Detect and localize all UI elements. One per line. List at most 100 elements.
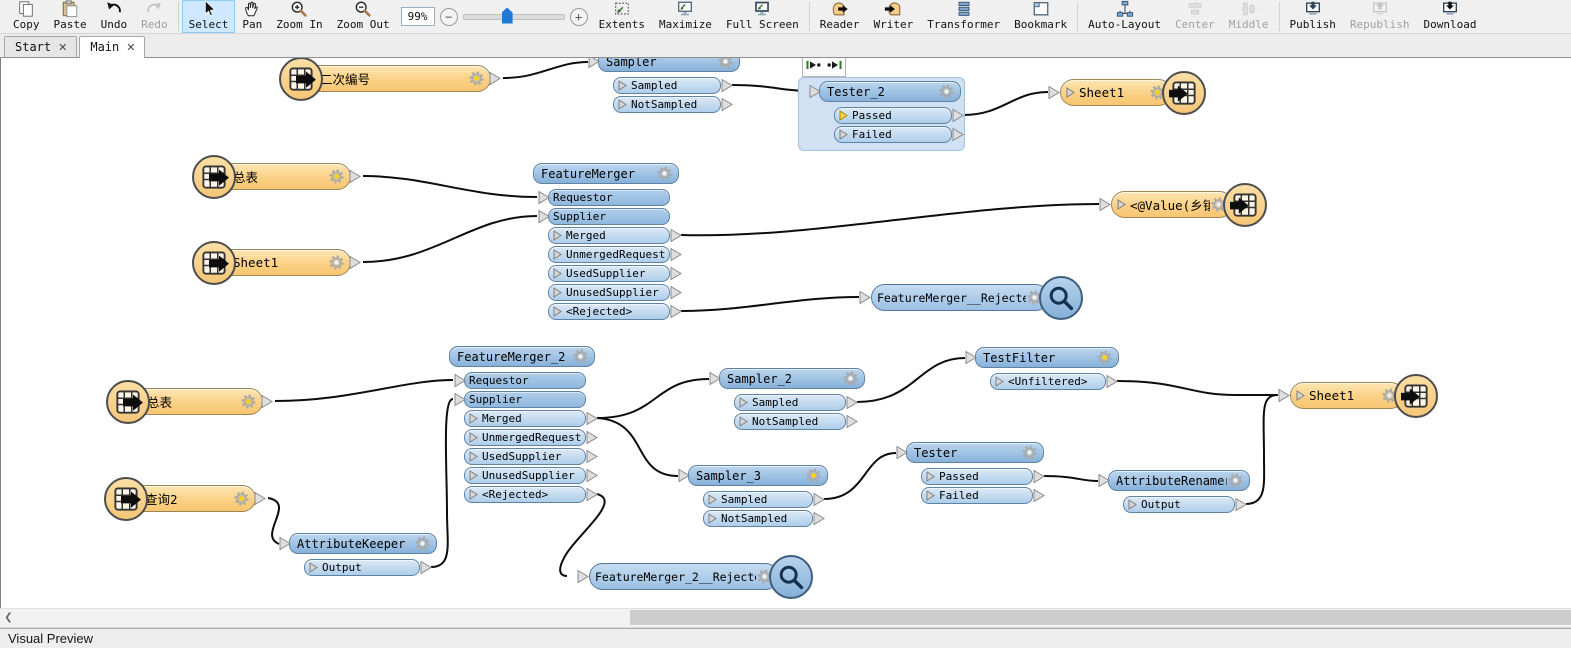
input-connector[interactable] bbox=[1098, 473, 1110, 488]
output-connector[interactable] bbox=[952, 127, 964, 142]
output-connector[interactable] bbox=[1106, 374, 1118, 389]
port-usedsupplier[interactable]: UsedSupplier bbox=[464, 448, 586, 465]
wire-featuremerger-2.Merged-to-sampler-2[interactable] bbox=[597, 379, 709, 418]
reader-table-icon[interactable] bbox=[279, 58, 323, 101]
input-connector[interactable] bbox=[965, 350, 977, 365]
port-requestor[interactable]: Requestor bbox=[464, 372, 586, 389]
tab-start[interactable]: Start✕ bbox=[4, 36, 77, 57]
toolbar-writer-button[interactable]: Writer bbox=[867, 0, 921, 33]
toolbar-pan-button[interactable]: Pan bbox=[235, 0, 269, 33]
toolbar-copy-button[interactable]: Copy bbox=[6, 0, 47, 33]
port-output[interactable]: Output bbox=[304, 559, 420, 576]
port-usedsupplier[interactable]: UsedSupplier bbox=[548, 265, 670, 282]
toolbar-zoom-in-button[interactable]: Zoom In bbox=[269, 0, 329, 33]
port-unmergedrequestor[interactable]: UnmergedRequestor bbox=[464, 429, 586, 446]
port-rejected[interactable]: <Rejected> bbox=[464, 486, 586, 503]
reader-node-body[interactable]: 二次编号 bbox=[301, 65, 491, 92]
toolbar-extents-button[interactable]: Extents bbox=[592, 0, 652, 33]
output-connector[interactable] bbox=[721, 97, 733, 112]
gear-icon[interactable] bbox=[240, 393, 257, 410]
wire-chaxun2-reader-to-attributekeeper[interactable] bbox=[268, 498, 279, 544]
transformer-title[interactable]: Sampler bbox=[598, 58, 740, 72]
transformer-title[interactable]: FeatureMerger bbox=[533, 163, 679, 184]
output-connector[interactable] bbox=[721, 78, 733, 93]
wire-run-right-icon[interactable] bbox=[806, 58, 822, 75]
output-connector[interactable] bbox=[813, 511, 825, 526]
toolbar-download-button[interactable]: Download bbox=[1416, 0, 1483, 33]
port-merged[interactable]: Merged bbox=[464, 410, 586, 427]
zoom-plus-button[interactable]: + bbox=[570, 8, 588, 26]
gear-icon[interactable] bbox=[938, 83, 955, 100]
output-connector[interactable] bbox=[586, 487, 598, 502]
input-connector[interactable] bbox=[1048, 85, 1060, 100]
inspector-magnifier-icon[interactable] bbox=[1039, 276, 1083, 320]
output-connector[interactable] bbox=[586, 449, 598, 464]
toolbar-auto-layout-button[interactable]: Auto-Layout bbox=[1081, 0, 1168, 33]
zoom-slider[interactable] bbox=[463, 14, 565, 20]
port-sampled[interactable]: Sampled bbox=[703, 491, 813, 508]
scrollbar-thumb[interactable] bbox=[630, 610, 1571, 625]
inspector-magnifier-icon[interactable] bbox=[769, 555, 813, 599]
output-connector[interactable] bbox=[254, 491, 266, 506]
port-supplier[interactable]: Supplier bbox=[464, 391, 586, 408]
transformer-title[interactable]: Sampler_2 bbox=[719, 368, 865, 389]
wire-tester.Passed-to-attributerenamer[interactable] bbox=[1044, 476, 1098, 481]
output-connector[interactable] bbox=[670, 247, 682, 262]
port-notsampled[interactable]: NotSampled bbox=[703, 510, 813, 527]
port-unusedsupplier[interactable]: UnusedSupplier bbox=[548, 284, 670, 301]
reader-table-icon[interactable] bbox=[104, 477, 148, 521]
output-connector[interactable] bbox=[670, 266, 682, 281]
input-connector[interactable] bbox=[678, 468, 690, 483]
horizontal-scrollbar[interactable]: ❮ bbox=[0, 608, 1571, 628]
zoom-minus-button[interactable]: − bbox=[440, 8, 458, 26]
visual-preview-panel[interactable]: Visual Preview bbox=[0, 628, 1571, 648]
gear-icon[interactable] bbox=[414, 535, 431, 552]
tab-close-icon[interactable]: ✕ bbox=[58, 41, 67, 54]
transformer-title[interactable]: Tester_2 bbox=[819, 81, 961, 102]
port-notsampled[interactable]: NotSampled bbox=[613, 96, 721, 113]
zoom-slider-handle[interactable] bbox=[502, 8, 513, 24]
scroll-left-icon[interactable]: ❮ bbox=[0, 609, 17, 626]
port-failed[interactable]: Failed bbox=[834, 126, 952, 143]
output-connector[interactable] bbox=[586, 468, 598, 483]
port-rejected[interactable]: <Rejected> bbox=[548, 303, 670, 320]
toolbar-reader-button[interactable]: Reader bbox=[813, 0, 867, 33]
wire-zongbiao-reader-1-to-featuremerger.Requestor[interactable] bbox=[363, 176, 537, 197]
wire-zongbiao-reader-2-to-featuremerger-2.Requestor[interactable] bbox=[275, 380, 453, 401]
wire-run-left-icon[interactable] bbox=[826, 58, 842, 75]
output-connector[interactable] bbox=[952, 108, 964, 123]
tab-main[interactable]: Main✕ bbox=[79, 36, 145, 58]
input-connector[interactable] bbox=[809, 84, 821, 99]
port-unfiltered[interactable]: <Unfiltered> bbox=[990, 373, 1106, 390]
input-connector[interactable] bbox=[709, 371, 721, 386]
output-connector[interactable] bbox=[586, 411, 598, 426]
gear-icon[interactable] bbox=[328, 254, 345, 271]
output-connector[interactable] bbox=[420, 560, 432, 575]
output-connector[interactable] bbox=[846, 395, 858, 410]
transformer-title[interactable]: AttributeRenamer bbox=[1108, 470, 1250, 491]
port-passed[interactable]: Passed bbox=[834, 107, 952, 124]
toolbar-full-screen-button[interactable]: Full Screen bbox=[719, 0, 806, 33]
workflow-canvas[interactable]: 二次编号 Sampler Sampled NotSampled Tester_2 Pass… bbox=[0, 58, 1571, 608]
input-connector[interactable] bbox=[859, 290, 871, 305]
output-connector[interactable] bbox=[670, 228, 682, 243]
gear-icon[interactable] bbox=[468, 70, 485, 87]
port-sampled[interactable]: Sampled bbox=[734, 394, 846, 411]
input-connector[interactable] bbox=[1099, 197, 1111, 212]
reader-table-icon[interactable] bbox=[106, 380, 150, 424]
connection-mini-toolbar[interactable] bbox=[802, 58, 846, 77]
toolbar-undo-button[interactable]: Undo bbox=[94, 0, 135, 33]
input-connector[interactable] bbox=[454, 373, 466, 388]
wire-ercibianhao-reader-to-sampler[interactable] bbox=[503, 62, 588, 78]
zoom-level-value[interactable]: 99% bbox=[401, 7, 435, 26]
port-unmergedrequestor[interactable]: UnmergedRequestor bbox=[548, 246, 670, 263]
gear-icon[interactable] bbox=[233, 490, 250, 507]
port-output[interactable]: Output bbox=[1123, 496, 1235, 513]
writer-table-icon[interactable] bbox=[1162, 71, 1206, 115]
output-connector[interactable] bbox=[670, 304, 682, 319]
tab-close-icon[interactable]: ✕ bbox=[126, 41, 135, 54]
output-connector[interactable] bbox=[586, 430, 598, 445]
output-connector[interactable] bbox=[349, 169, 361, 184]
input-connector[interactable] bbox=[454, 392, 466, 407]
gear-icon[interactable] bbox=[572, 348, 589, 365]
